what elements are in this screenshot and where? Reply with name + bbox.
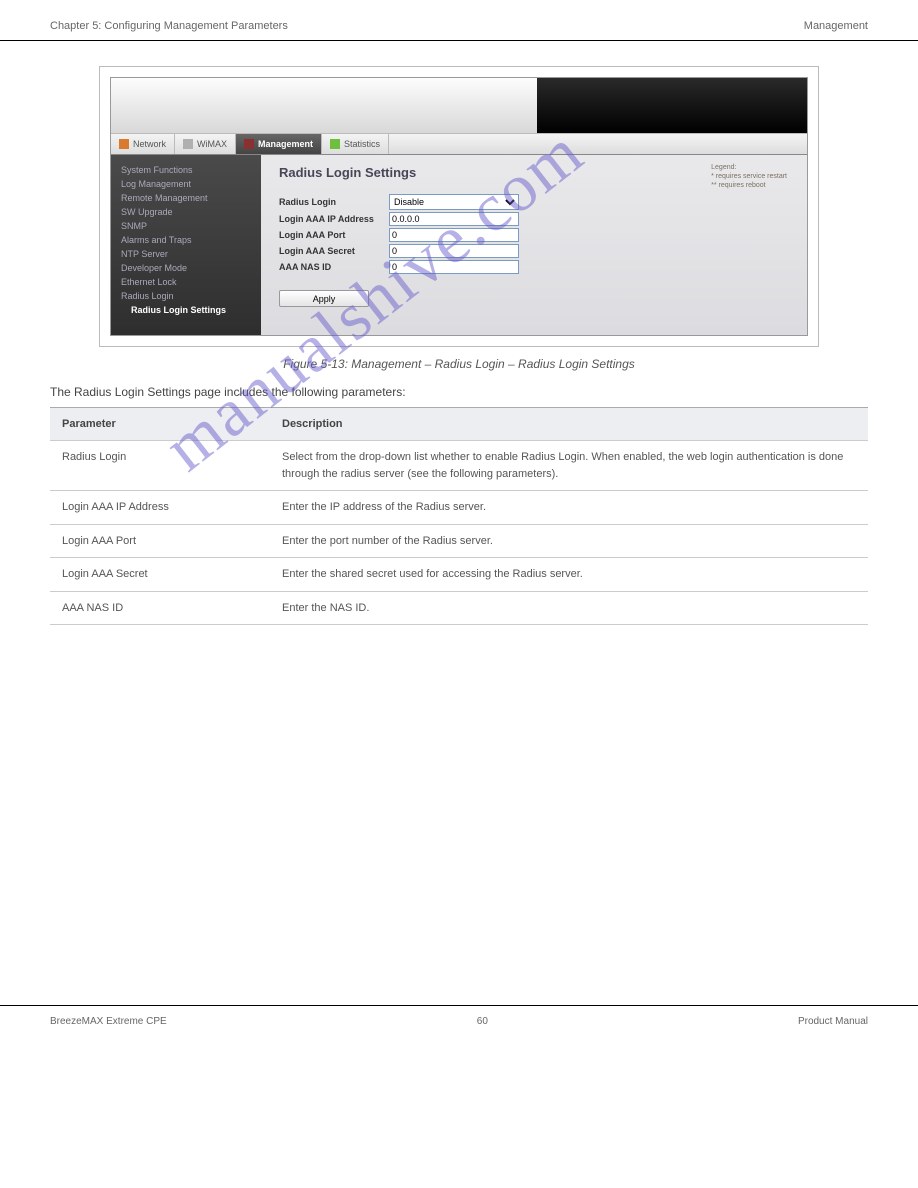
sidebar-item[interactable]: System Functions	[121, 163, 251, 177]
table-header: Description	[270, 408, 868, 441]
banner-right	[537, 78, 807, 133]
table-cell: AAA NAS ID	[50, 591, 270, 625]
form-row: Radius LoginDisable	[279, 194, 789, 210]
statistics-icon	[330, 139, 340, 149]
tab-label: Statistics	[344, 139, 380, 149]
header-left: Chapter 5: Configuring Management Parame…	[50, 20, 288, 32]
form-rows: Radius LoginDisableLogin AAA IP AddressL…	[279, 194, 789, 274]
footer-right: Product Manual	[798, 1016, 868, 1027]
tab-label: Network	[133, 139, 166, 149]
input-login-aaa-ip-address[interactable]	[389, 212, 519, 226]
legend-line2: ** requires reboot	[711, 181, 787, 190]
apply-button[interactable]: Apply	[279, 290, 369, 307]
sidebar-item[interactable]: SNMP	[121, 219, 251, 233]
table-cell: Login AAA Port	[50, 524, 270, 558]
form-label: Radius Login	[279, 197, 389, 207]
header-right: Management	[804, 20, 868, 32]
tab-wimax[interactable]: WiMAX	[175, 134, 236, 154]
input-login-aaa-port[interactable]	[389, 228, 519, 242]
table-cell: Login AAA Secret	[50, 558, 270, 592]
table-row: Login AAA PortEnter the port number of t…	[50, 524, 868, 558]
footer-left: BreezeMAX Extreme CPE	[50, 1016, 167, 1027]
page-footer: BreezeMAX Extreme CPE 60 Product Manual	[0, 1005, 918, 1047]
sidebar-item[interactable]: SW Upgrade	[121, 205, 251, 219]
form-row: Login AAA Port	[279, 228, 789, 242]
form-row: AAA NAS ID	[279, 260, 789, 274]
input-aaa-nas-id[interactable]	[389, 260, 519, 274]
form-label: AAA NAS ID	[279, 262, 389, 272]
sidebar-item[interactable]: Ethernet Lock	[121, 275, 251, 289]
table-cell: Enter the IP address of the Radius serve…	[270, 491, 868, 525]
table-cell: Radius Login	[50, 441, 270, 491]
sidebar-item[interactable]: Radius Login	[121, 289, 251, 303]
content-panel: Radius Login Settings Legend: * requires…	[261, 155, 807, 335]
table-header-row: ParameterDescription	[50, 408, 868, 441]
sidebar-item[interactable]: NTP Server	[121, 247, 251, 261]
sidebar-item[interactable]: Log Management	[121, 177, 251, 191]
tab-label: Management	[258, 139, 313, 149]
tab-label: WiMAX	[197, 139, 227, 149]
table-cell: Enter the port number of the Radius serv…	[270, 524, 868, 558]
table-header: Parameter	[50, 408, 270, 441]
figure-caption: Figure 5-13: Management – Radius Login –…	[0, 357, 918, 371]
spec-table: ParameterDescription Radius LoginSelect …	[50, 407, 868, 625]
table-row: Radius LoginSelect from the drop-down li…	[50, 441, 868, 491]
banner-left	[111, 78, 537, 133]
table-intro: The Radius Login Settings page includes …	[50, 385, 868, 399]
sidebar: System FunctionsLog ManagementRemote Man…	[111, 155, 261, 335]
form-label: Login AAA Port	[279, 230, 389, 240]
tab-strip: Network WiMAX Management Statistics	[111, 133, 807, 155]
select-radius-login[interactable]: Disable	[389, 194, 519, 210]
figure-container: Network WiMAX Management Statistics System …	[99, 66, 819, 347]
form-row: Login AAA Secret	[279, 244, 789, 258]
management-icon	[244, 139, 254, 149]
table-row: Login AAA SecretEnter the shared secret …	[50, 558, 868, 592]
table-row: AAA NAS IDEnter the NAS ID.	[50, 591, 868, 625]
network-icon	[119, 139, 129, 149]
sidebar-item[interactable]: Remote Management	[121, 191, 251, 205]
page-header: Chapter 5: Configuring Management Parame…	[0, 0, 918, 41]
app-body: System FunctionsLog ManagementRemote Man…	[111, 155, 807, 335]
legend-title: Legend:	[711, 163, 787, 172]
legend-box: Legend: * requires service restart ** re…	[711, 163, 787, 190]
footer-center: 60	[477, 1016, 488, 1027]
tab-management[interactable]: Management	[236, 134, 322, 154]
form-row: Login AAA IP Address	[279, 212, 789, 226]
app-banner	[111, 78, 807, 133]
tab-statistics[interactable]: Statistics	[322, 134, 389, 154]
sidebar-item[interactable]: Developer Mode	[121, 261, 251, 275]
tab-network[interactable]: Network	[111, 134, 175, 154]
app-window: Network WiMAX Management Statistics System …	[110, 77, 808, 336]
wimax-icon	[183, 139, 193, 149]
table-cell: Login AAA IP Address	[50, 491, 270, 525]
input-login-aaa-secret[interactable]	[389, 244, 519, 258]
table-body: Radius LoginSelect from the drop-down li…	[50, 441, 868, 625]
table-cell: Select from the drop-down list whether t…	[270, 441, 868, 491]
table-cell: Enter the shared secret used for accessi…	[270, 558, 868, 592]
form-label: Login AAA Secret	[279, 246, 389, 256]
table-row: Login AAA IP AddressEnter the IP address…	[50, 491, 868, 525]
sidebar-item[interactable]: Radius Login Settings	[121, 303, 251, 317]
table-cell: Enter the NAS ID.	[270, 591, 868, 625]
sidebar-item[interactable]: Alarms and Traps	[121, 233, 251, 247]
legend-line1: * requires service restart	[711, 172, 787, 181]
form-label: Login AAA IP Address	[279, 214, 389, 224]
